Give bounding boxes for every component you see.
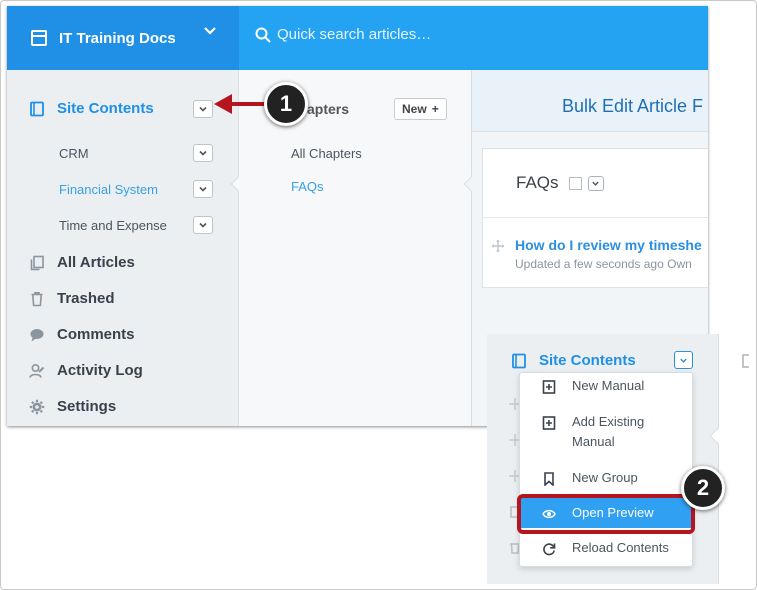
time-and-expense-dropdown-toggle[interactable] [193, 216, 213, 234]
article-link[interactable]: How do I review my timeshe [515, 237, 702, 253]
sidebar-subitem-financial-system[interactable]: Financial System [59, 182, 158, 197]
menu-item-label: Reload Contents [572, 540, 669, 555]
trash-icon [31, 291, 43, 306]
search-input[interactable]: Quick search articles… [277, 26, 431, 43]
gear-icon [29, 399, 45, 414]
project-selector[interactable]: IT Training Docs [7, 6, 239, 70]
edit-icon[interactable] [568, 176, 582, 190]
chapters-header: apters [307, 101, 350, 117]
content-header: Bulk Edit Article F [472, 70, 708, 132]
book-icon [742, 354, 749, 368]
sidebar-item-label: Settings [57, 398, 117, 415]
book-plus-icon [542, 380, 556, 394]
chapter-title-row: FAQs [516, 173, 604, 193]
dropdown-inset: Site Contents New Manual Add Existing Man… [487, 334, 749, 584]
move-handle-icon[interactable] [491, 239, 505, 253]
sidebar-item-label: Activity Log [57, 362, 143, 379]
site-contents-dropdown-menu: New Manual Add Existing Manual New Group … [519, 372, 693, 567]
crm-dropdown-toggle[interactable] [193, 144, 213, 162]
inset-selection-notch [709, 427, 727, 445]
user-edit-icon [29, 363, 45, 378]
chevron-down-icon [199, 150, 207, 156]
divider [483, 217, 708, 218]
financial-system-dropdown-toggle[interactable] [193, 180, 213, 198]
sidebar-item-comments[interactable]: Comments [29, 326, 135, 343]
book-icon [30, 101, 44, 116]
new-chapter-button[interactable]: New + [394, 98, 447, 120]
refresh-icon [543, 543, 556, 556]
chevron-down-icon [199, 106, 207, 112]
plus-icon: + [431, 102, 439, 116]
chapter-item-all-chapters[interactable]: All Chapters [291, 146, 362, 161]
chapter-dropdown-toggle[interactable] [587, 175, 604, 191]
chapter-card: FAQs How do I review my timeshe Updated … [482, 148, 708, 288]
sidebar-item-all-articles[interactable]: All Articles [29, 254, 135, 271]
sidebar-item-trashed[interactable]: Trashed [29, 290, 115, 307]
article-meta: Updated a few seconds ago Own [515, 257, 692, 271]
chevron-down-icon [680, 358, 687, 363]
sidebar-item-site-contents[interactable]: Site Contents [29, 100, 154, 117]
menu-item-label: Add Existing Manual [572, 412, 644, 452]
sidebar-subitem-time-and-expense[interactable]: Time and Expense [59, 218, 167, 233]
sidebar-item-label: All Articles [57, 254, 135, 271]
new-chapter-label: New [402, 102, 427, 116]
bookmark-icon [544, 472, 554, 486]
page-title: Bulk Edit Article F [562, 96, 704, 116]
sidebar-item-label: Site Contents [57, 100, 154, 117]
chevron-down-icon [199, 222, 207, 228]
step-badge-2: 2 [681, 466, 725, 510]
site-contents-dropdown-toggle[interactable] [193, 100, 213, 118]
book-plus-icon [542, 416, 556, 430]
copy-icon [30, 255, 44, 270]
menu-item-reload-contents[interactable]: Reload Contents [520, 540, 692, 558]
top-bar: IT Training Docs Quick search articles… [7, 6, 708, 70]
step-badge-1: 1 [264, 82, 308, 126]
comment-icon [30, 328, 44, 341]
sidebar: Site Contents CRM Financial System Time … [7, 70, 248, 426]
menu-item-label: New Manual [572, 378, 645, 393]
sidebar-item-site-contents[interactable]: Site Contents [511, 352, 636, 369]
menu-item-label-line2: Manual [572, 434, 615, 449]
sidebar-item-activity-log[interactable]: Activity Log [29, 362, 143, 379]
project-icon [31, 30, 47, 46]
sidebar-subitem-crm[interactable]: CRM [59, 146, 89, 161]
chevron-down-icon[interactable] [203, 24, 217, 38]
menu-item-new-manual[interactable]: New Manual [520, 378, 692, 396]
search-bar[interactable]: Quick search articles… [255, 26, 431, 43]
menu-item-label-line1: Add Existing [572, 414, 645, 429]
sidebar-item-label: Comments [57, 326, 135, 343]
menu-item-add-existing-manual[interactable]: Add Existing Manual [520, 412, 692, 452]
sidebar-item-label: Trashed [57, 290, 115, 307]
sidebar-item-settings[interactable]: Settings [29, 398, 116, 415]
chevron-down-icon [592, 181, 599, 186]
chapter-item-faqs[interactable]: FAQs [291, 179, 324, 194]
chapter-title: FAQs [516, 173, 559, 192]
site-contents-dropdown-toggle[interactable] [674, 351, 693, 369]
search-icon [255, 27, 271, 43]
menu-item-label: New Group [572, 470, 638, 485]
callout-highlight-box [517, 494, 695, 534]
project-title: IT Training Docs [59, 29, 176, 47]
book-icon [512, 353, 526, 368]
sidebar-item-label: Site Contents [539, 352, 636, 369]
chapters-panel: apters New + All Chapters FAQs [239, 70, 481, 426]
chevron-down-icon [199, 186, 207, 192]
menu-item-new-group[interactable]: New Group [520, 470, 692, 488]
